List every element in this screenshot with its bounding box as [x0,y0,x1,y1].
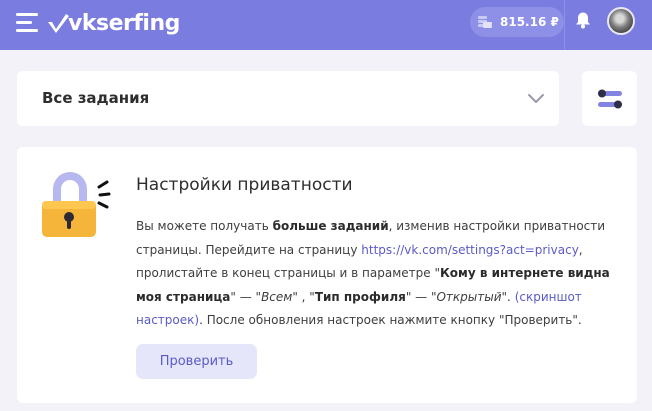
logo[interactable]: vkserfing [46,8,180,38]
toggles-icon [598,89,622,109]
desc-text: " , " [292,289,315,304]
vk-privacy-link[interactable]: https://vk.com/settings?act=privacy [361,243,579,257]
task-filter-value: Все задания [42,89,150,107]
logo-text: vkserfing [68,10,180,36]
card-description: Вы можете получать больше заданий, измен… [136,215,612,333]
avatar[interactable] [607,7,635,35]
card-title: Настройки приватности [136,175,353,195]
desc-bold: Тип профиля [314,289,406,304]
check-button[interactable]: Проверить [136,344,257,379]
coins-icon [478,16,492,28]
desc-italic: Открытый [436,289,502,304]
desc-text: . После обновления настроек нажмите кноп… [199,313,582,327]
balance-badge[interactable]: 815.16 ₽ [470,7,564,37]
menu-icon[interactable] [16,13,38,32]
privacy-card: Настройки приватности Вы можете получать… [17,147,637,403]
balance-amount: 815.16 ₽ [500,15,559,29]
chevron-down-icon [528,94,544,103]
desc-bold: больше заданий [272,219,389,233]
top-bar: vkserfing 815.16 ₽ [0,0,652,50]
desc-text: Вы можете получать [136,219,273,233]
desc-text: " — " [230,289,262,304]
bell-icon[interactable] [574,11,592,29]
desc-italic: Всем [261,289,293,304]
desc-text: " — " [405,289,437,304]
desc-text: ". [501,289,515,304]
padlock-icon [42,172,111,237]
task-filter-dropdown[interactable]: Все задания [17,71,559,126]
filter-settings-button[interactable] [582,71,637,126]
header-divider [564,0,565,50]
logo-mark-icon [48,14,69,33]
